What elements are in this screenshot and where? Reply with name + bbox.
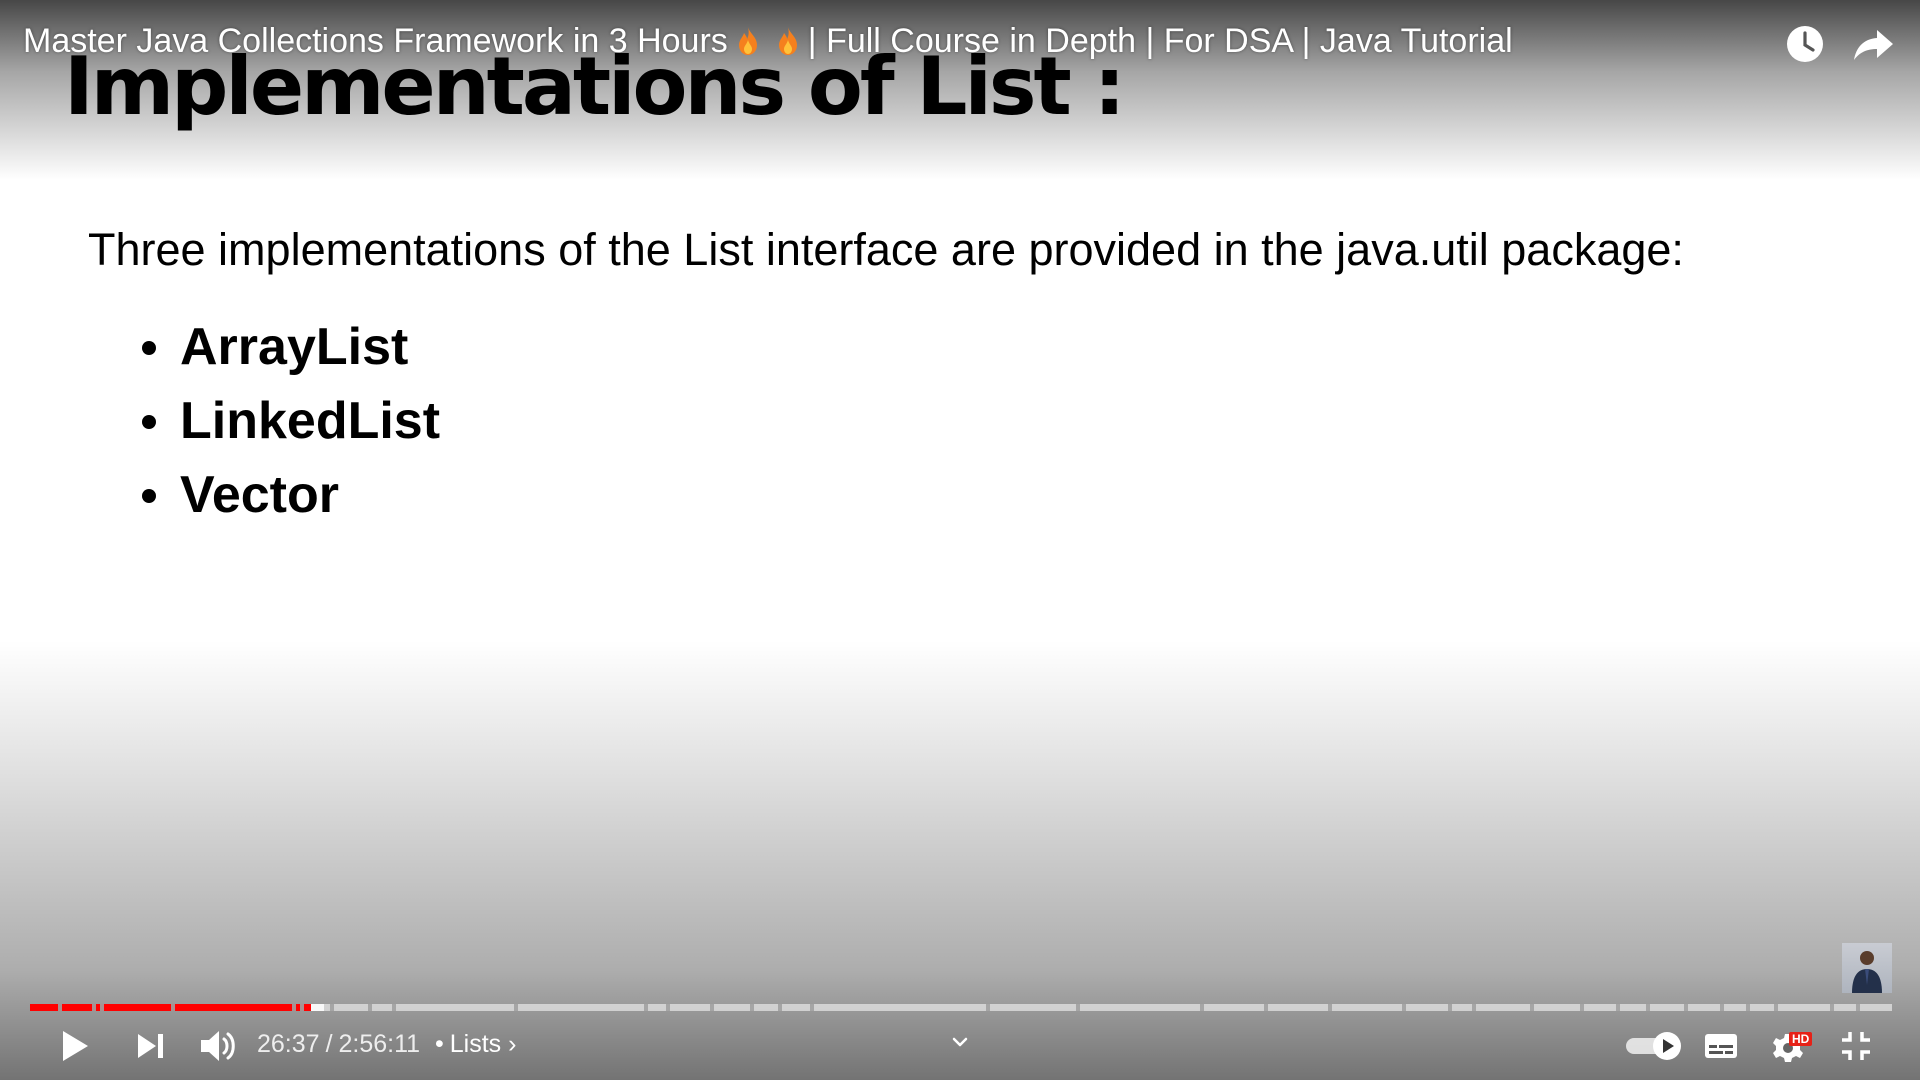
video-frame: Implementations of List : Three implemen… (0, 0, 1920, 1080)
chapter-divider (1646, 1004, 1650, 1011)
fire-icon (777, 26, 799, 56)
chapter-divider (1684, 1004, 1688, 1011)
chapter-divider (710, 1004, 714, 1011)
chapter-divider (92, 1004, 96, 1011)
next-button[interactable] (132, 1026, 172, 1066)
chapter-divider (1200, 1004, 1204, 1011)
fire-icon (737, 26, 759, 56)
chapter-divider (1264, 1004, 1268, 1011)
chapter-divider (392, 1004, 396, 1011)
autoplay-toggle-icon (1626, 1032, 1681, 1060)
next-icon (138, 1034, 163, 1058)
time-separator: / (325, 1030, 333, 1058)
slide-intro-text: Three implementations of the List interf… (88, 224, 1684, 275)
bullet-icon (142, 415, 156, 429)
chapter-divider (1402, 1004, 1406, 1011)
clock-icon[interactable] (1783, 22, 1827, 66)
chapter-divider (1530, 1004, 1534, 1011)
channel-avatar[interactable] (1842, 943, 1892, 993)
duration: 2:56:11 (338, 1030, 421, 1058)
chapter-divider (750, 1004, 754, 1011)
play-button[interactable] (54, 1026, 94, 1066)
progress-bar[interactable] (30, 1004, 1892, 1011)
chevron-down-icon (952, 1037, 968, 1047)
chapter-divider (644, 1004, 648, 1011)
chapter-dot: • (435, 1030, 444, 1058)
expand-button[interactable] (946, 1028, 974, 1056)
chapter-divider (1856, 1004, 1860, 1011)
list-item-label: LinkedList (180, 392, 441, 450)
chapter-divider (778, 1004, 782, 1011)
slide-bullet-list: ArrayList LinkedList Vector (136, 310, 440, 532)
chapter-divider (1774, 1004, 1778, 1011)
video-title[interactable]: Master Java Collections Framework in 3 H… (23, 22, 1513, 61)
chapter-divider (300, 1004, 304, 1011)
list-item: Vector (136, 458, 440, 532)
chapter-divider (514, 1004, 518, 1011)
subtitles-icon (1705, 1034, 1737, 1058)
list-item-label: ArrayList (180, 318, 409, 376)
chapter-divider (666, 1004, 670, 1011)
chapter-divider (1720, 1004, 1724, 1011)
chapter-divider (330, 1004, 334, 1011)
hd-badge: HD (1789, 1032, 1813, 1046)
chapter-title-button[interactable]: • Lists › (435, 1030, 516, 1059)
chapter-divider (1830, 1004, 1834, 1011)
autoplay-toggle[interactable] (1624, 1031, 1684, 1061)
time-display: 26:37/2:56:11 (257, 1030, 420, 1059)
share-icon[interactable] (1851, 22, 1895, 66)
list-item-label: Vector (180, 466, 339, 524)
chapter-divider (1076, 1004, 1080, 1011)
chapter-divider (1448, 1004, 1452, 1011)
volume-icon (201, 1031, 235, 1061)
current-time: 26:37 (257, 1030, 320, 1058)
chapter-divider (1616, 1004, 1620, 1011)
chevron-right-icon: › (508, 1030, 517, 1058)
video-title-text: Master Java Collections Framework in 3 H… (23, 22, 728, 60)
chapter-divider (171, 1004, 175, 1011)
exit-fullscreen-button[interactable] (1836, 1026, 1876, 1066)
play-icon (63, 1031, 88, 1061)
fullscreen-exit-icon (1842, 1032, 1870, 1060)
chapter-divider (58, 1004, 62, 1011)
video-player[interactable]: Implementations of List : Three implemen… (0, 0, 1920, 1080)
chapter-divider (100, 1004, 104, 1011)
list-item: LinkedList (136, 384, 440, 458)
bullet-icon (142, 489, 156, 503)
list-item: ArrayList (136, 310, 440, 384)
chapter-divider (986, 1004, 990, 1011)
volume-button[interactable] (196, 1024, 240, 1068)
chapter-divider (1580, 1004, 1584, 1011)
chapter-divider (1472, 1004, 1476, 1011)
bullet-icon (142, 341, 156, 355)
chapter-title: Lists (449, 1030, 502, 1058)
subtitles-button[interactable] (1701, 1026, 1741, 1066)
chapter-divider (810, 1004, 814, 1011)
chapter-divider (368, 1004, 372, 1011)
chapter-divider (1746, 1004, 1750, 1011)
video-title-text: | Full Course in Depth | For DSA | Java … (807, 22, 1513, 60)
chapter-divider (1328, 1004, 1332, 1011)
chapter-divider (292, 1004, 296, 1011)
